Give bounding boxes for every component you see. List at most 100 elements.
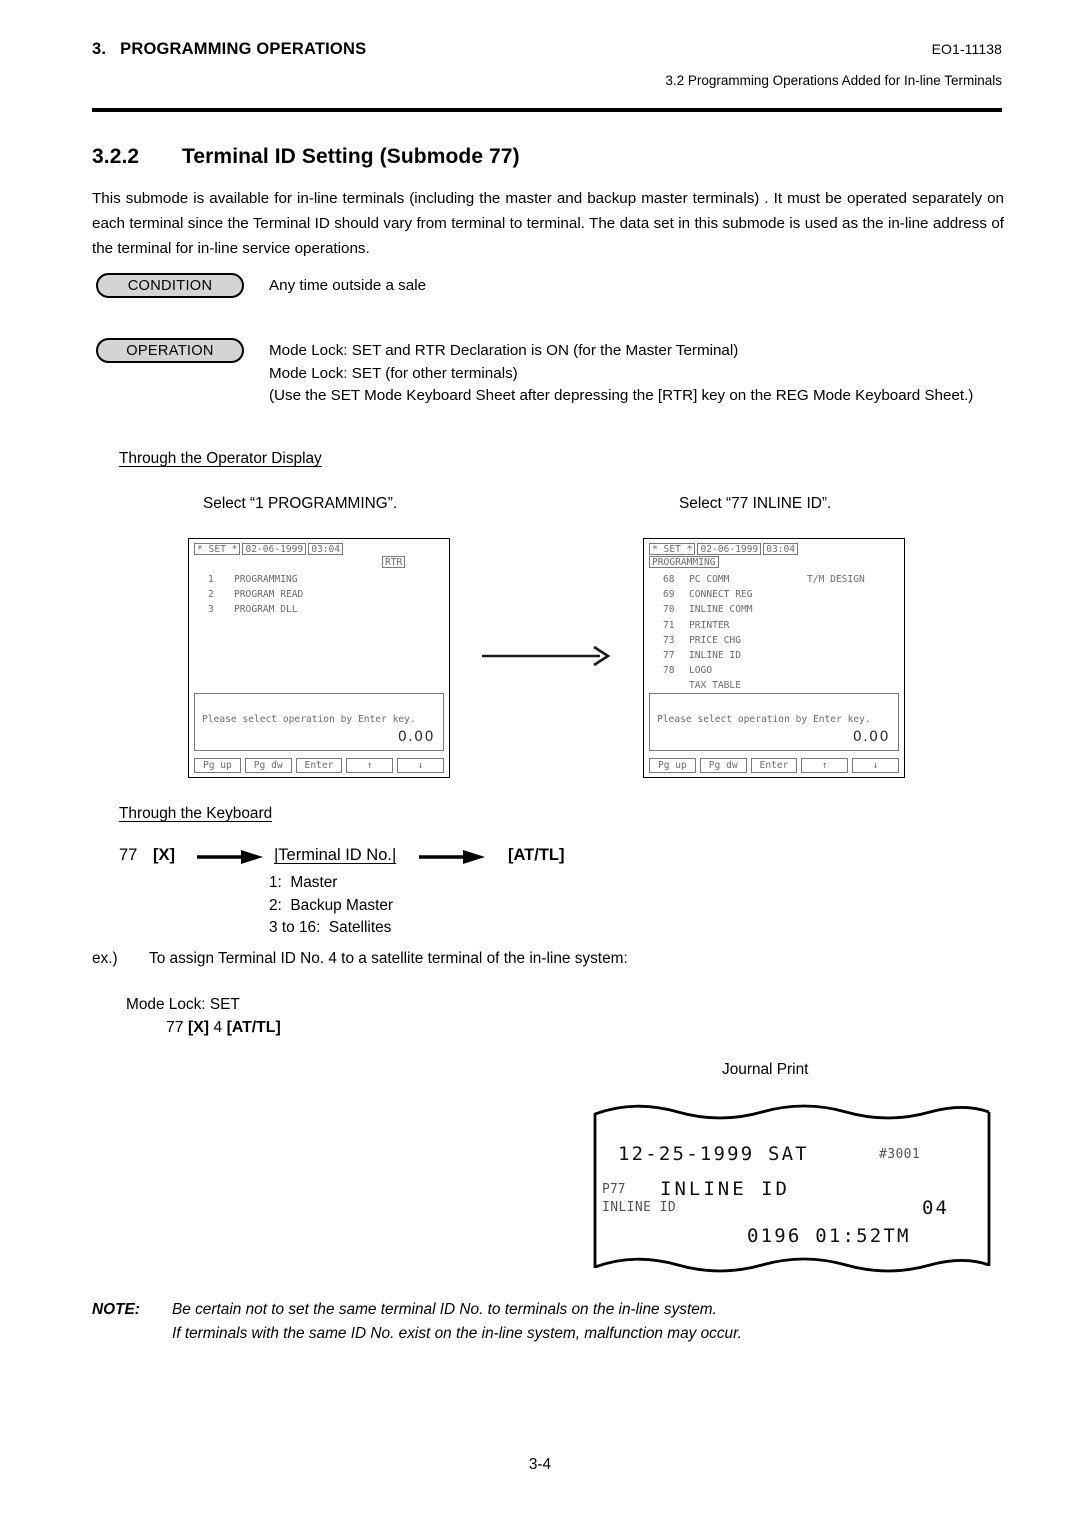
lcd-left-message-box: Please select operation by Enter key. 0.… xyxy=(194,693,444,751)
menu-label: PRICE CHG xyxy=(689,634,741,646)
lcd-right-mode: * SET * xyxy=(649,543,696,555)
softkey-page-down[interactable]: Pg dw xyxy=(244,758,292,773)
terminal-id-field[interactable]: |Terminal ID No.| xyxy=(274,846,396,865)
lcd-right-message: Please select operation by Enter key. xyxy=(657,714,871,725)
example-keys-value: 4 xyxy=(209,1019,227,1036)
softkey-arrow-up-icon[interactable]: ↑ xyxy=(346,758,394,773)
lcd-left-menu-item[interactable]: 1 PROGRAMMING xyxy=(194,572,444,587)
document-code: EO1-11138 xyxy=(931,41,1002,57)
note-line-1: Be certain not to set the same terminal … xyxy=(172,1301,717,1318)
softkey-page-down[interactable]: Pg dw xyxy=(699,758,747,773)
sequence-arrow-2-icon xyxy=(419,849,487,870)
page-number: 3-4 xyxy=(528,1456,552,1473)
condition-text: Any time outside a sale xyxy=(269,273,426,298)
note-line-2: If terminals with the same ID No. exist … xyxy=(172,1325,742,1342)
journal-item-label: INLINE ID xyxy=(602,1200,677,1215)
lcd-right-amount: 0.00 xyxy=(852,729,890,745)
menu-number xyxy=(663,678,689,693)
lcd-left-menu: 1 PROGRAMMING 2 PROGRAM READ 3 PROGRAM DLL xyxy=(194,572,444,618)
lcd-right-modetag-row: PROGRAMMING xyxy=(649,556,899,568)
lcd-right-menu-item[interactable]: 68 PC COMM T/M DESIGN xyxy=(649,572,899,587)
example-block: ex.) To assign Terminal ID No. 4 to a sa… xyxy=(92,950,628,968)
example-label: ex.) xyxy=(92,950,118,967)
journal-item-value: 04 xyxy=(922,1197,949,1219)
chapter-number: 3. xyxy=(92,40,107,58)
condition-line: Any time outside a sale xyxy=(269,277,427,294)
keyboard-sequence: 77 [X] |Terminal ID No.| [AT/TL] xyxy=(119,843,639,873)
terminal-id-option: 2: Backup Master xyxy=(269,896,394,914)
softkey-page-up[interactable]: Pg up xyxy=(194,758,241,773)
menu-number: 3 xyxy=(208,604,214,616)
menu-number: 1 xyxy=(208,574,214,585)
lcd-right-menu-item-inline-id[interactable]: 77 INLINE ID xyxy=(649,648,899,663)
keyboard-attl-key: [AT/TL] xyxy=(508,846,565,864)
menu-number: 2 xyxy=(208,589,214,601)
lcd-right-time: 03:04 xyxy=(763,543,799,555)
example-keys-x: [X] xyxy=(187,1019,210,1036)
operator-display-panel-right: * SET * 02-06-1999 03:04 PROGRAMMING 68 P… xyxy=(643,538,905,778)
journal-date: 12-25-1999 SAT xyxy=(618,1143,809,1165)
sequence-arrow-1-icon xyxy=(197,849,265,870)
journal-program-code: P77 xyxy=(602,1182,626,1197)
chapter-heading: 3. PROGRAMMING OPERATIONS xyxy=(92,40,366,59)
operation-badge: OPERATION xyxy=(96,338,244,363)
softkey-arrow-up-icon[interactable]: ↑ xyxy=(801,758,849,773)
lcd-left-amount: 0.00 xyxy=(397,729,435,745)
operator-display-subhead: Through the Operator Display xyxy=(119,450,322,467)
section-reference: 3.2 Programming Operations Added for In-… xyxy=(665,73,1002,88)
example-key-sequence: 77 [X] 4 [AT/TL] xyxy=(166,1019,281,1037)
menu-label: CONNECT REG xyxy=(689,589,753,601)
menu-label: PROGRAMMING xyxy=(234,574,298,585)
lcd-left-statusbar: * SET * 02-06-1999 03:04 xyxy=(194,543,444,555)
lcd-right-menu-item[interactable]: 78 LOGO xyxy=(649,663,899,678)
caption-select-programming: Select “1 PROGRAMMING”. xyxy=(203,495,398,512)
note-label: NOTE: xyxy=(92,1301,140,1318)
lcd-left-softkeys: Pg up Pg dw Enter ↑ ↓ xyxy=(194,758,444,773)
menu-label: INLINE ID xyxy=(689,650,741,662)
example-keys-prefix: 77 xyxy=(166,1019,188,1036)
menu-number: 68 xyxy=(663,574,675,585)
terminal-id-options: 1: Master 2: Backup Master 3 to 16: Sate… xyxy=(119,872,393,940)
chapter-title: PROGRAMMING OPERATIONS xyxy=(120,40,367,58)
journal-receipt: 12-25-1999 SAT #3001 P77 INLINE ID INLIN… xyxy=(592,1100,992,1280)
softkey-arrow-down-icon[interactable]: ↓ xyxy=(852,758,899,773)
menu-number: 73 xyxy=(663,634,675,646)
softkey-enter[interactable]: Enter xyxy=(750,758,798,773)
keyboard-subhead: Through the Keyboard xyxy=(119,805,273,822)
lcd-right-date: 02-06-1999 xyxy=(697,543,762,555)
rtr-tag: RTR xyxy=(382,556,406,568)
operation-line-2: Mode Lock: SET (for other terminals) xyxy=(269,364,518,382)
lcd-right-menu-item[interactable]: TAX TABLE xyxy=(649,678,899,693)
softkey-page-up[interactable]: Pg up xyxy=(649,758,696,773)
lcd-right-menu-item[interactable]: 71 PRINTER xyxy=(649,618,899,633)
lcd-right-menu-item[interactable]: 73 PRICE CHG xyxy=(649,633,899,648)
menu-label: PC COMM xyxy=(689,574,730,585)
journal-footer: 0196 01:52TM xyxy=(747,1225,911,1247)
example-text: To assign Terminal ID No. 4 to a satelli… xyxy=(149,950,628,967)
condition-badge: CONDITION xyxy=(96,273,244,298)
example-mode-lock: Mode Lock: SET xyxy=(126,996,240,1013)
programming-tag: PROGRAMMING xyxy=(649,556,719,568)
operation-line-3: (Use the SET Mode Keyboard Sheet after d… xyxy=(269,387,974,404)
softkey-enter[interactable]: Enter xyxy=(295,758,343,773)
lcd-left-mode: * SET * xyxy=(194,543,241,555)
softkey-arrow-down-icon[interactable]: ↓ xyxy=(397,758,444,773)
menu-number: 71 xyxy=(663,619,675,631)
section-number: 3.2.2 xyxy=(92,145,140,168)
section-title-text: Terminal ID Setting (Submode 77) xyxy=(182,145,520,168)
lcd-left-menu-item[interactable]: 2 PROGRAM READ xyxy=(194,587,444,602)
journal-receipt-number: #3001 xyxy=(879,1147,921,1162)
lcd-left-menu-item[interactable]: 3 PROGRAM DLL xyxy=(194,602,444,617)
lcd-right-softkeys: Pg up Pg dw Enter ↑ ↓ xyxy=(649,758,899,773)
journal-receipt-text: 12-25-1999 SAT #3001 P77 INLINE ID INLIN… xyxy=(592,1100,992,1280)
operation-text: Mode Lock: SET and RTR Declaration is ON… xyxy=(269,338,1004,408)
menu-number: 78 xyxy=(663,665,675,677)
menu-label: INLINE COMM xyxy=(689,604,753,616)
menu-aux: T/M DESIGN xyxy=(807,574,865,585)
keyboard-x-key: [X] xyxy=(153,846,175,864)
lcd-right-menu-item[interactable]: 69 CONNECT REG xyxy=(649,587,899,602)
terminal-id-option: 1: Master xyxy=(269,874,338,891)
lcd-left-date: 02-06-1999 xyxy=(242,543,307,555)
lcd-right-menu-item[interactable]: 70 INLINE COMM xyxy=(649,602,899,617)
lcd-left-message: Please select operation by Enter key. xyxy=(202,714,416,725)
